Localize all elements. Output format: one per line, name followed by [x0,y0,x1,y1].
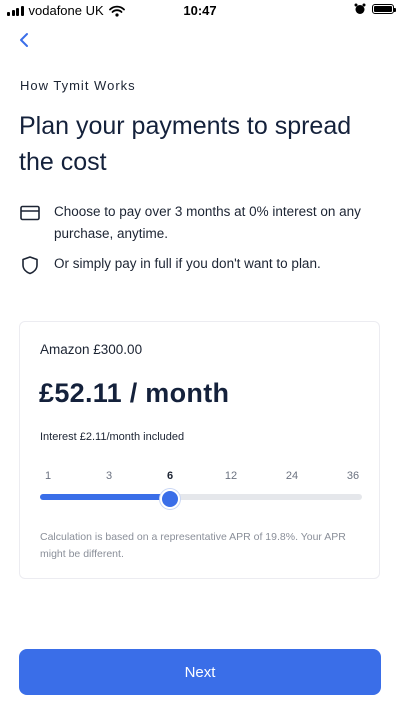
month-option-36[interactable]: 36 [347,470,359,482]
monthly-payment: £52.11 / month [39,378,230,408]
alarm-icon [354,3,366,14]
card-icon [20,205,40,221]
status-right [354,3,396,15]
slider-track-fill [40,494,170,500]
slider-thumb[interactable] [160,489,180,509]
interest-note: Interest £2.11/month included [40,431,185,443]
merchant-amount: Amazon £300.00 [40,342,143,357]
month-option-1[interactable]: 1 [45,470,51,482]
feature-item-plan: Choose to pay over 3 months at 0% intere… [19,201,384,245]
next-button[interactable]: Next [19,649,381,695]
months-slider[interactable] [40,489,362,509]
month-option-6[interactable]: 6 [167,470,173,482]
month-option-24[interactable]: 24 [286,470,298,482]
status-bar: vodafone UK 10:47 [0,0,400,22]
month-options: 1 3 6 12 24 36 [38,470,364,484]
back-button[interactable] [13,28,37,52]
battery-icon [372,4,396,14]
feature-text: Or simply pay in full if you don't want … [54,256,321,271]
eyebrow-label: How Tymit Works [20,78,136,93]
apr-disclaimer: Calculation is based on a representative… [40,531,346,560]
status-time: 10:47 [183,3,217,18]
page-title: Plan your payments to spread the cost [19,112,352,176]
payment-plan-card: Amazon £300.00 £52.11 / month Interest £… [19,321,380,579]
shield-icon [22,256,38,275]
feature-item-pay-in-full: Or simply pay in full if you don't want … [19,253,384,276]
chevron-left-icon [20,33,28,47]
feature-text: Choose to pay over 3 months at 0% intere… [54,204,361,241]
month-option-12[interactable]: 12 [225,470,237,482]
month-option-3[interactable]: 3 [106,470,112,482]
